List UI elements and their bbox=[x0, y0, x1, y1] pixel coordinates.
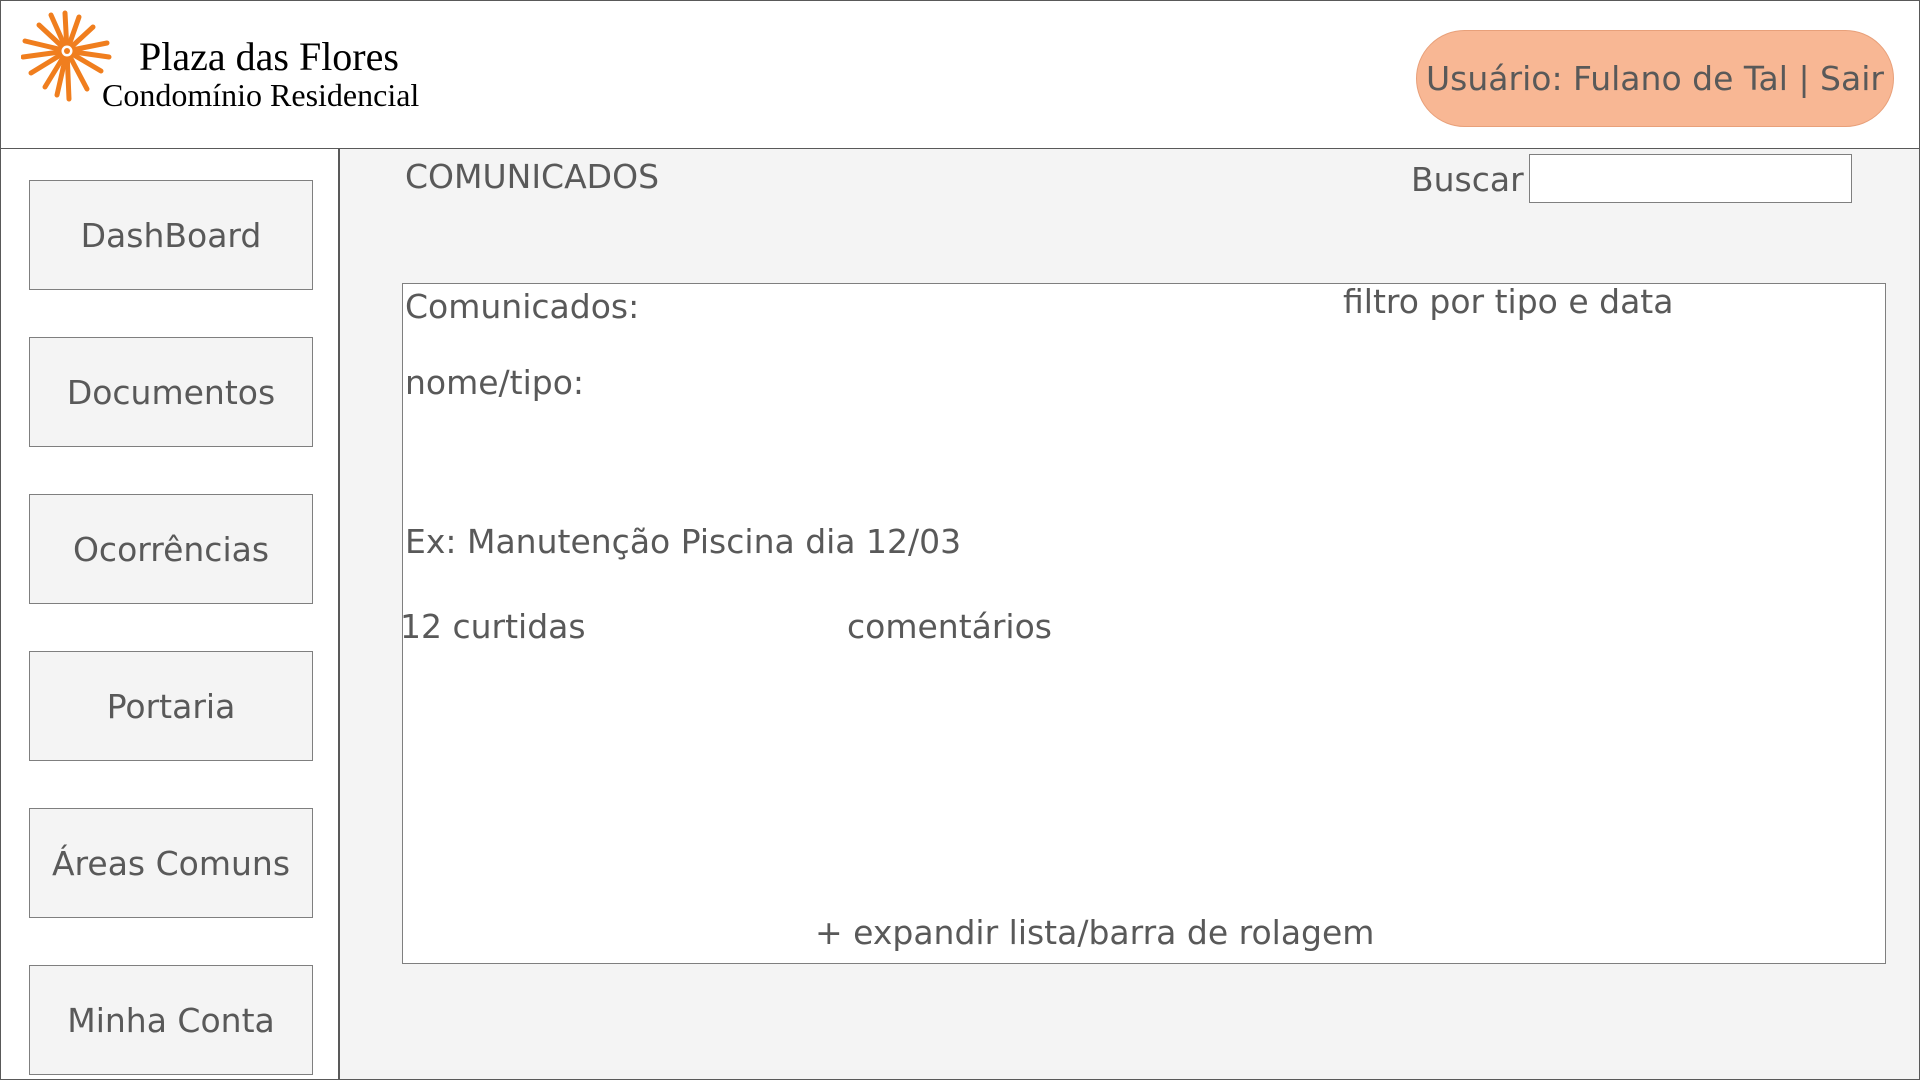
search-input[interactable] bbox=[1529, 154, 1852, 203]
sidebar-item-minha-conta[interactable]: Minha Conta bbox=[29, 965, 313, 1075]
header: Plaza das Flores Condomínio Residencial … bbox=[1, 1, 1919, 150]
likes-count[interactable]: 12 curtidas bbox=[400, 607, 586, 646]
filter-by-type-date[interactable]: filtro por tipo e data bbox=[1343, 282, 1673, 321]
logo-subtitle: Condomínio Residencial bbox=[102, 77, 420, 113]
expand-list-button[interactable]: + expandir lista/barra de rolagem bbox=[815, 913, 1374, 952]
name-type-label: nome/tipo: bbox=[405, 363, 585, 402]
orange-flower-icon bbox=[21, 10, 112, 102]
comments-link[interactable]: comentários bbox=[847, 607, 1052, 646]
user-logout-button[interactable]: Usuário: Fulano de Tal | Sair bbox=[1416, 30, 1894, 127]
panel-heading: Comunicados: bbox=[405, 287, 640, 326]
logo[interactable]: Plaza das Flores Condomínio Residencial bbox=[21, 9, 441, 129]
search-label: Buscar bbox=[1411, 160, 1524, 199]
sidebar-item-dashboard[interactable]: DashBoard bbox=[29, 180, 313, 290]
comunicados-panel: Comunicados: filtro por tipo e data nome… bbox=[400, 282, 1886, 964]
list-item[interactable]: Ex: Manutenção Piscina dia 12/03 bbox=[405, 522, 961, 561]
sidebar-item-ocorrencias[interactable]: Ocorrências bbox=[29, 494, 313, 604]
sidebar: DashBoard Documentos Ocorrências Portari… bbox=[1, 149, 340, 1079]
sidebar-item-areas-comuns[interactable]: Áreas Comuns bbox=[29, 808, 313, 918]
main-content: COMUNICADOS Buscar Comunicados: filtro p… bbox=[340, 149, 1919, 1079]
sidebar-item-portaria[interactable]: Portaria bbox=[29, 651, 313, 761]
page-title: COMUNICADOS bbox=[405, 157, 660, 196]
sidebar-item-documentos[interactable]: Documentos bbox=[29, 337, 313, 447]
logo-name: Plaza das Flores bbox=[139, 34, 399, 79]
